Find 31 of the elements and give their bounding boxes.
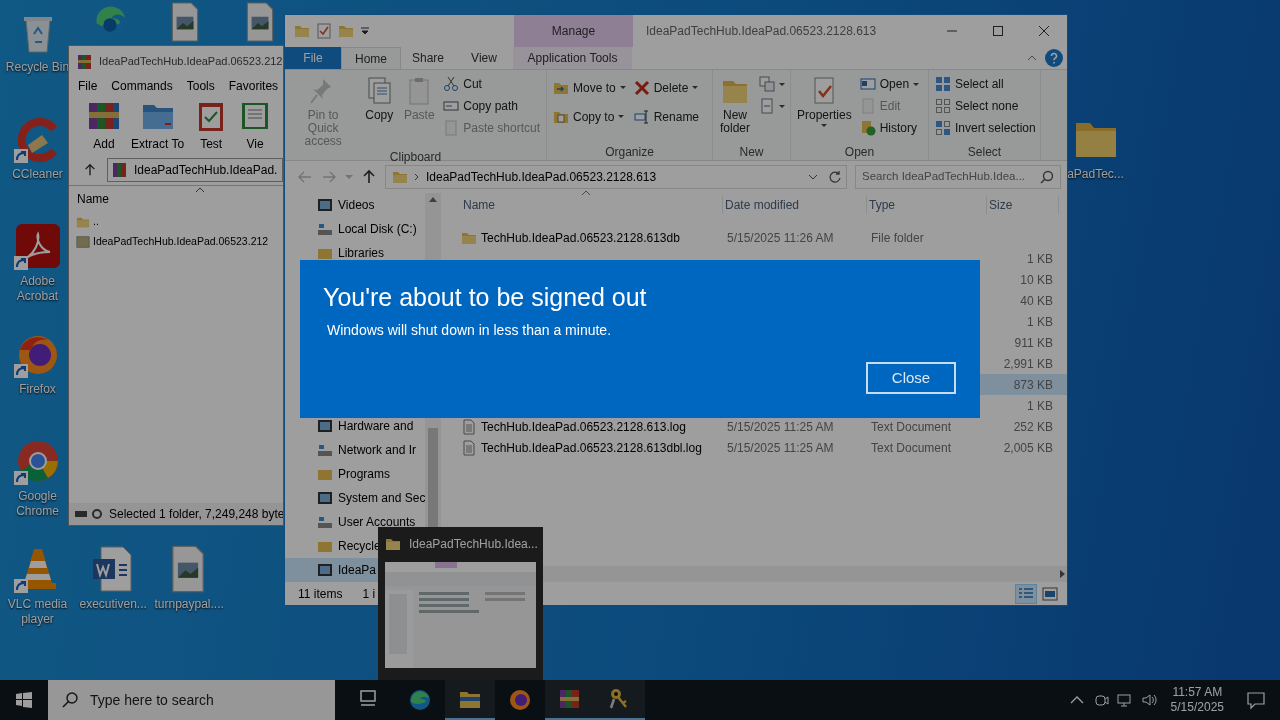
dialog-title: You're about to be signed out bbox=[323, 282, 648, 312]
status-text: 1 i bbox=[362, 585, 376, 603]
size-text: 2,991 KB bbox=[1003, 356, 1053, 371]
dialog-message: Windows will shut down in less than a minute. bbox=[326, 321, 613, 340]
type-text: Text Document bbox=[871, 419, 952, 434]
size-text: 2,005 KB bbox=[1003, 440, 1053, 455]
size-text: 1 KB bbox=[1027, 251, 1053, 266]
group-label: New bbox=[738, 144, 765, 160]
size-text: 252 KB bbox=[1013, 419, 1053, 434]
size-text: 911 KB bbox=[1014, 335, 1053, 350]
size-text: 1 KB bbox=[1027, 314, 1053, 329]
group-label: Open bbox=[843, 144, 876, 160]
date-text: 5/15/2025 11:25 AM bbox=[727, 419, 834, 434]
size-text: 40 KB bbox=[1020, 293, 1053, 308]
type-text: File folder bbox=[871, 230, 924, 245]
size-text: 873 KB bbox=[1013, 377, 1053, 392]
window-title: IdeaPadTechHub.IdeaPad.06523.2128.613 bbox=[645, 23, 878, 40]
type-text: Text Document bbox=[871, 440, 952, 455]
contextual-tab-header: Manage bbox=[514, 15, 633, 47]
size-text: 1 KB bbox=[1027, 398, 1053, 413]
address-text: IdeaPadTechHub.IdeaPad.06523.2128.613 bbox=[426, 169, 658, 186]
path-text: IdeaPadTechHub.IdeaPad. bbox=[134, 162, 278, 179]
window-title: IdeaPadTechHub.IdeaPad.06523.212 bbox=[99, 54, 283, 70]
date-text: 5/15/2025 11:25 AM bbox=[727, 440, 834, 455]
size-text: 10 KB bbox=[1020, 272, 1053, 287]
group-label: Organize bbox=[604, 144, 655, 160]
status-text: 11 items bbox=[298, 585, 343, 603]
group-label: Clipboard bbox=[388, 149, 443, 165]
group-label: Select bbox=[966, 144, 1003, 160]
preview-title: IdeaPadTechHub.Idea... bbox=[409, 536, 538, 553]
date-text: 5/15/2025 11:26 AM bbox=[727, 230, 834, 245]
